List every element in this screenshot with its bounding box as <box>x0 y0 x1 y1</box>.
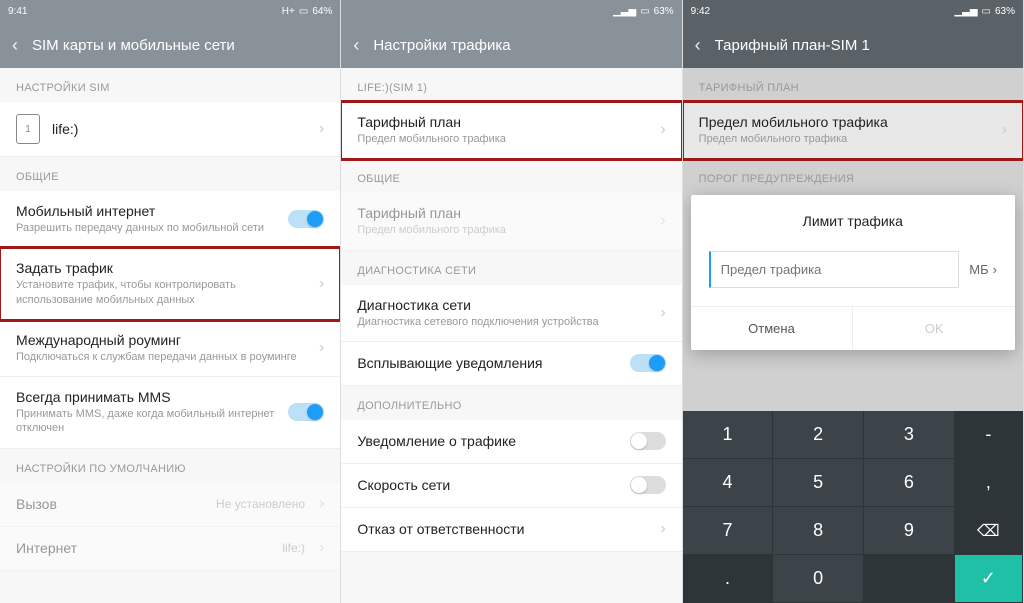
mobile-data-toggle[interactable] <box>288 210 324 228</box>
status-bar: 9:41 H+ ▭ 64% <box>0 0 340 22</box>
section-life: LIFE:)(SIM 1) <box>341 68 681 102</box>
mms-toggle[interactable] <box>288 403 324 421</box>
chevron-right-icon: › <box>319 539 324 557</box>
page-title: SIM карты и мобильные сети <box>32 37 235 54</box>
header: ‹ Настройки трафика <box>341 22 681 68</box>
chevron-right-icon: › <box>660 304 665 322</box>
back-icon[interactable]: ‹ <box>353 35 359 56</box>
section-defaults: НАСТРОЙКИ ПО УМОЛЧАНИЮ <box>0 449 340 483</box>
header: ‹ Тарифный план-SIM 1 <box>683 22 1023 68</box>
key-dot[interactable]: . <box>683 555 774 603</box>
unit-selector[interactable]: МБ › <box>969 262 997 277</box>
content: LIFE:)(SIM 1) Тарифный план Предел мобил… <box>341 68 681 603</box>
back-icon[interactable]: ‹ <box>12 35 18 56</box>
chevron-right-icon: › <box>319 275 324 293</box>
section-plan: ТАРИФНЫЙ ПЛАН <box>683 68 1023 102</box>
numeric-keypad: 1 2 3 - 4 5 6 , 7 8 9 ⌫ . 0 ✓ <box>683 411 1023 603</box>
status-battery: 64% <box>312 6 332 17</box>
diagnostics-item[interactable]: Диагностика сети Диагностика сетевого по… <box>341 285 681 342</box>
notify-toggle[interactable] <box>630 432 666 450</box>
internet-default-item[interactable]: Интернет life:) › <box>0 527 340 571</box>
sim-icon: 1 <box>16 114 40 144</box>
dialog-title: Лимит трафика <box>691 195 1015 243</box>
section-general: ОБЩИЕ <box>0 157 340 191</box>
screen-sim-settings: 9:41 H+ ▭ 64% ‹ SIM карты и мобильные се… <box>0 0 341 603</box>
key-backspace[interactable]: ⌫ <box>955 507 1023 555</box>
data-limit-item[interactable]: Предел мобильного трафика Предел мобильн… <box>683 102 1023 159</box>
traffic-notification-item[interactable]: Уведомление о трафике <box>341 420 681 464</box>
key-comma[interactable]: , <box>955 459 1023 507</box>
chevron-right-icon: › <box>319 495 324 513</box>
chevron-right-icon: › <box>660 212 665 230</box>
key-0[interactable]: 0 <box>773 555 864 603</box>
key-3[interactable]: 3 <box>864 411 955 459</box>
chevron-right-icon: › <box>660 121 665 139</box>
tariff-plan-item[interactable]: Тарифный план Предел мобильного трафика … <box>341 102 681 159</box>
signal-icon: ▁▃▅ <box>954 6 977 17</box>
key-8[interactable]: 8 <box>773 507 864 555</box>
key-4[interactable]: 4 <box>683 459 774 507</box>
chevron-right-icon: › <box>319 339 324 357</box>
key-9[interactable]: 9 <box>864 507 955 555</box>
section-extra: ДОПОЛНИТЕЛЬНО <box>341 386 681 420</box>
status-bar: 9:42 ▁▃▅ ▭ 63% <box>683 0 1023 22</box>
page-title: Настройки трафика <box>373 37 510 54</box>
backspace-icon: ⌫ <box>977 521 1000 541</box>
roaming-item[interactable]: Международный роуминг Подключаться к слу… <box>0 320 340 377</box>
key-1[interactable]: 1 <box>683 411 774 459</box>
battery-icon: ▭ <box>299 6 308 17</box>
popup-toggle[interactable] <box>630 354 666 372</box>
key-enter[interactable]: ✓ <box>955 555 1023 603</box>
network-speed-item[interactable]: Скорость сети <box>341 464 681 508</box>
signal-icon: ▁▃▅ <box>613 6 636 17</box>
traffic-limit-dialog: Лимит трафика МБ › Отмена OK <box>691 195 1015 350</box>
limit-input[interactable] <box>709 251 960 288</box>
key-6[interactable]: 6 <box>864 459 955 507</box>
speed-toggle[interactable] <box>630 476 666 494</box>
back-icon[interactable]: ‹ <box>695 35 701 56</box>
key-5[interactable]: 5 <box>773 459 864 507</box>
battery-icon: ▭ <box>982 6 991 17</box>
sim-label: life:) <box>52 121 311 137</box>
popup-notifications-item[interactable]: Всплывающие уведомления <box>341 342 681 386</box>
call-default-item[interactable]: Вызов Не установлено › <box>0 483 340 527</box>
status-time: 9:41 <box>8 6 27 17</box>
battery-icon: ▭ <box>640 6 649 17</box>
key-minus[interactable]: - <box>955 411 1023 459</box>
sim-item[interactable]: 1 life:) › <box>0 102 340 157</box>
cancel-button[interactable]: Отмена <box>691 307 854 350</box>
status-bar: ▁▃▅ ▭ 63% <box>341 0 681 22</box>
tariff-plan-item-2[interactable]: Тарифный план Предел мобильного трафика … <box>341 193 681 250</box>
key-2[interactable]: 2 <box>773 411 864 459</box>
section-general: ОБЩИЕ <box>341 159 681 193</box>
content: НАСТРОЙКИ SIM 1 life:) › ОБЩИЕ Мобильный… <box>0 68 340 603</box>
chevron-right-icon: › <box>660 520 665 538</box>
mms-item[interactable]: Всегда принимать MMS Принимать MMS, даже… <box>0 377 340 449</box>
section-diag: ДИАГНОСТИКА СЕТИ <box>341 251 681 285</box>
header: ‹ SIM карты и мобильные сети <box>0 22 340 68</box>
section-warn: ПОРОГ ПРЕДУПРЕЖДЕНИЯ <box>683 159 1023 193</box>
screen-tariff-plan: 9:42 ▁▃▅ ▭ 63% ‹ Тарифный план-SIM 1 ТАР… <box>683 0 1024 603</box>
page-title: Тарифный план-SIM 1 <box>715 37 870 54</box>
set-traffic-item[interactable]: Задать трафик Установите трафик, чтобы к… <box>0 248 340 320</box>
chevron-right-icon: › <box>1002 121 1007 139</box>
key-7[interactable]: 7 <box>683 507 774 555</box>
chevron-right-icon: › <box>319 120 324 138</box>
ok-button[interactable]: OK <box>853 307 1015 350</box>
status-network: H+ <box>282 6 295 17</box>
disclaimer-item[interactable]: Отказ от ответственности › <box>341 508 681 552</box>
mobile-data-item[interactable]: Мобильный интернет Разрешить передачу да… <box>0 191 340 248</box>
screen-traffic-settings: ▁▃▅ ▭ 63% ‹ Настройки трафика LIFE:)(SIM… <box>341 0 682 603</box>
key-space[interactable] <box>864 555 955 603</box>
section-sim: НАСТРОЙКИ SIM <box>0 68 340 102</box>
chevron-right-icon: › <box>993 262 997 277</box>
